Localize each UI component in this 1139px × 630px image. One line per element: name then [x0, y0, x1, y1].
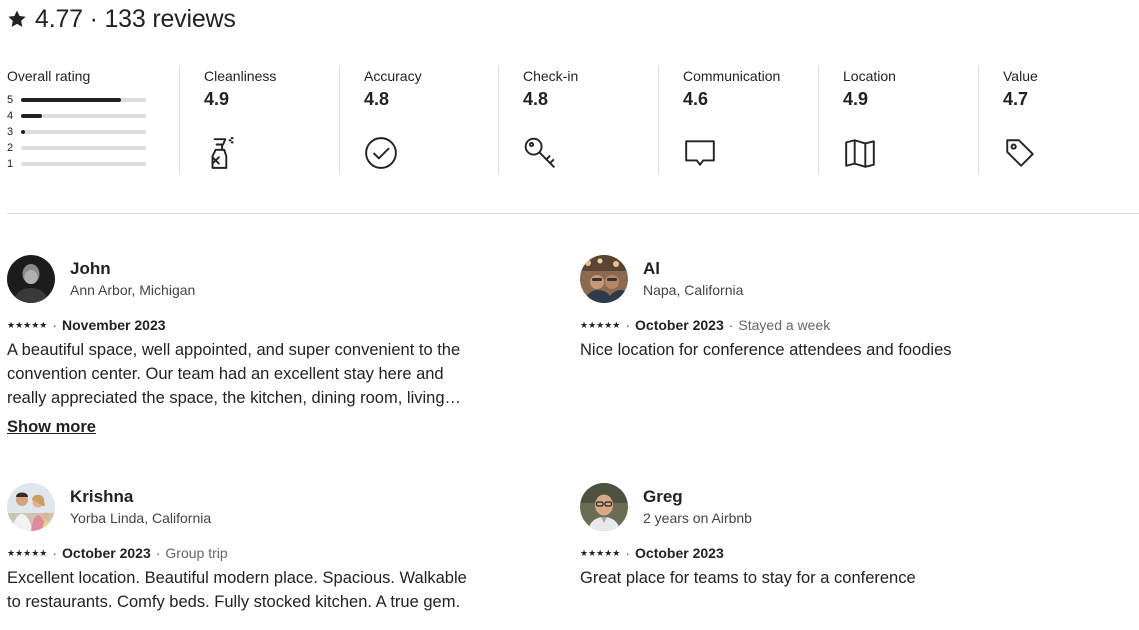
stay-type: Stayed a week: [738, 317, 831, 333]
divider: [7, 213, 1139, 214]
rating-bar-label: 1: [7, 158, 14, 170]
rating-bar-track: [21, 146, 146, 150]
key-icon: [523, 136, 557, 170]
category-communication: Communication 4.6: [658, 66, 819, 174]
rating-bar-track: [21, 162, 146, 166]
rating-bar-fill: [21, 98, 121, 102]
review-card: Al Napa, California ★★★★★ · October 2023…: [580, 255, 1060, 375]
review-meta: ★★★★★ · November 2023: [7, 317, 166, 333]
separator-dot: ·: [52, 317, 58, 333]
review-date: October 2023: [635, 317, 724, 333]
review-meta: ★★★★★ · October 2023 · Group trip: [7, 545, 228, 561]
rating-bar-label: 5: [7, 94, 14, 106]
category-value: 4.8: [364, 89, 390, 109]
overall-rating-label: Overall rating: [7, 68, 91, 84]
rating-bar-row: 3: [7, 126, 146, 138]
rating-bar-track: [21, 98, 146, 102]
show-more-link[interactable]: Show more: [7, 418, 96, 437]
separator-dot: ·: [625, 317, 631, 333]
tag-icon: [1003, 136, 1037, 170]
avatar[interactable]: [580, 255, 628, 303]
rating-title: 4.77 · 133 reviews: [35, 4, 236, 33]
reviewer-location: 2 years on Airbnb: [643, 510, 752, 526]
review-stars: ★★★★★: [7, 547, 48, 558]
review-stars: ★★★★★: [580, 547, 621, 558]
reviewer-location: Ann Arbor, Michigan: [70, 282, 196, 298]
category-label: Check-in: [523, 68, 579, 84]
category-label: Accuracy: [364, 68, 422, 84]
overall-rating: Overall rating 5 4 3 2 1: [0, 66, 178, 174]
spray-bottle-icon: [204, 136, 238, 170]
reviewer-name: Krishna: [70, 487, 134, 506]
separator-dot: ·: [52, 545, 58, 561]
avatar[interactable]: [7, 483, 55, 531]
review-date: November 2023: [62, 317, 166, 333]
category-value: 4.6: [683, 89, 709, 109]
category-value: 4.9: [843, 89, 869, 109]
review-meta: ★★★★★ · October 2023 · Stayed a week: [580, 317, 830, 333]
avatar[interactable]: [7, 255, 55, 303]
category-accuracy: Accuracy 4.8: [339, 66, 499, 174]
category-value: 4.8: [523, 89, 549, 109]
separator-dot: ·: [728, 317, 734, 333]
review-text: A beautiful space, well appointed, and s…: [7, 341, 461, 407]
category-label: Value: [1003, 68, 1038, 84]
category-value: 4.7: [1003, 89, 1029, 109]
category-label: Communication: [683, 68, 781, 84]
star-icon: [7, 9, 27, 29]
rating-bar-label: 2: [7, 142, 14, 154]
rating-bar-track: [21, 130, 146, 134]
review-stars: ★★★★★: [7, 319, 48, 330]
rating-bar-track: [21, 114, 146, 118]
category-label: Cleanliness: [204, 68, 277, 84]
rating-bar-label: 4: [7, 110, 14, 122]
review-date: October 2023: [62, 545, 151, 561]
review-text: Excellent location. Beautiful modern pla…: [7, 569, 467, 611]
reviewer-name: Greg: [643, 487, 683, 506]
review-text: Nice location for conference attendees a…: [580, 341, 952, 359]
review-card: John Ann Arbor, Michigan ★★★★★ · Novembe…: [7, 255, 487, 445]
category-check-in: Check-in 4.8: [498, 66, 659, 174]
rating-bar-row: 5: [7, 94, 146, 106]
category-value: Value 4.7: [978, 66, 1139, 174]
reviewer-location: Yorba Linda, California: [70, 510, 212, 526]
rating-bar-label: 3: [7, 126, 14, 138]
rating-bar-fill: [21, 130, 25, 134]
message-icon: [683, 136, 717, 170]
category-label: Location: [843, 68, 896, 84]
review-date: October 2023: [635, 545, 724, 561]
map-icon: [843, 136, 877, 170]
rating-bar-row: 1: [7, 158, 146, 170]
category-location: Location 4.9: [818, 66, 979, 174]
rating-bar-row: 2: [7, 142, 146, 154]
reviewer-location: Napa, California: [643, 282, 744, 298]
rating-bar-row: 4: [7, 110, 146, 122]
review-card: Krishna Yorba Linda, California ★★★★★ · …: [7, 483, 487, 623]
separator-dot: ·: [155, 545, 161, 561]
stay-type: Group trip: [165, 545, 228, 561]
reviewer-name: Al: [643, 259, 660, 278]
check-circle-icon: [364, 136, 398, 170]
rating-bar-fill: [21, 114, 43, 118]
avatar[interactable]: [580, 483, 628, 531]
review-text: Great place for teams to stay for a conf…: [580, 569, 916, 587]
category-value: 4.9: [204, 89, 230, 109]
reviewer-name: John: [70, 259, 111, 278]
review-stars: ★★★★★: [580, 319, 621, 330]
separator-dot: ·: [625, 545, 631, 561]
category-cleanliness: Cleanliness 4.9: [179, 66, 339, 174]
review-card: Greg 2 years on Airbnb ★★★★★ · October 2…: [580, 483, 1060, 603]
reviews-header: 4.77 · 133 reviews: [7, 3, 236, 35]
review-meta: ★★★★★ · October 2023: [580, 545, 724, 561]
rating-summary: Overall rating 5 4 3 2 1 Cleanliness 4.9: [0, 66, 1139, 174]
